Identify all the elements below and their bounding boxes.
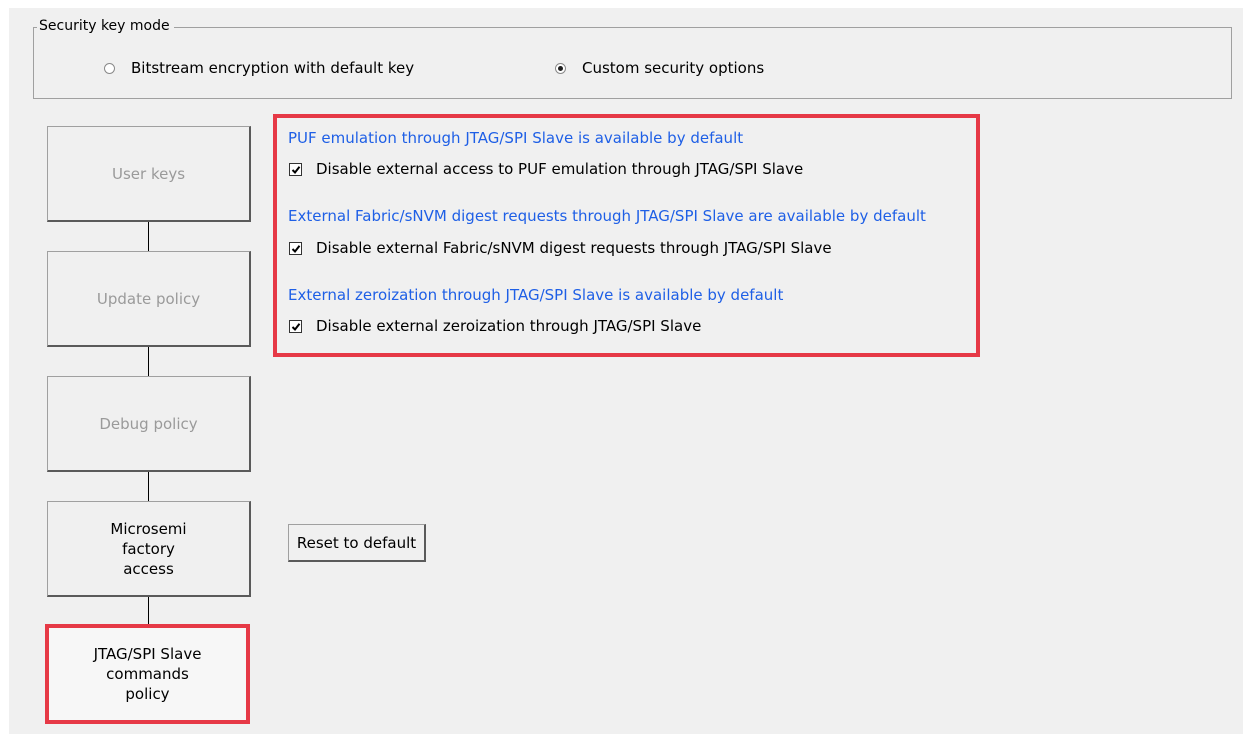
step-label-debug-policy: Debug policy — [99, 414, 198, 433]
step-label-user-keys: User keys — [111, 164, 186, 183]
step-debug-policy[interactable]: Debug policy — [47, 376, 251, 472]
step-connector — [148, 222, 149, 251]
step-user-keys[interactable]: User keys — [47, 126, 251, 222]
step-label-update-policy: Update policy — [96, 289, 201, 308]
radio-checked-icon — [555, 62, 566, 74]
step-label-microsemi-factory-access: Microsemi factory access — [110, 519, 187, 578]
step-connector — [148, 472, 149, 501]
radio-unchecked-icon — [104, 62, 115, 74]
checkbox-disable-external-zeroization[interactable]: Disable external zeroization through JTA… — [289, 317, 701, 335]
checkbox-checked-icon — [289, 319, 302, 333]
reset-to-default-button[interactable]: Reset to default — [288, 524, 426, 562]
checkbox-disable-fabric-snvm-digest[interactable]: Disable external Fabric/sNVM digest requ… — [289, 239, 832, 257]
step-connector — [148, 347, 149, 376]
checkbox-label-disable-puf-emulation: Disable external access to PUF emulation… — [316, 160, 804, 178]
radio-label-bitstream-default-key: Bitstream encryption with default key — [131, 59, 415, 77]
info-puf-emulation: PUF emulation through JTAG/SPI Slave is … — [288, 129, 744, 147]
checkbox-checked-icon — [289, 162, 302, 176]
radio-bitstream-default-key[interactable]: Bitstream encryption with default key — [104, 59, 414, 77]
radio-custom-security-options[interactable]: Custom security options — [555, 59, 764, 77]
step-label-jtag-spi-slave-commands-policy: JTAG/SPI Slave commands policy — [93, 645, 202, 703]
info-fabric-snvm-digest: External Fabric/sNVM digest requests thr… — [288, 207, 926, 225]
step-update-policy[interactable]: Update policy — [47, 251, 251, 347]
checkbox-label-disable-fabric-snvm-digest: Disable external Fabric/sNVM digest requ… — [316, 239, 832, 257]
checkbox-checked-icon — [289, 241, 302, 255]
security-key-mode-title: Security key mode — [37, 17, 174, 35]
radio-label-custom-security-options: Custom security options — [582, 59, 765, 77]
step-microsemi-factory-access[interactable]: Microsemi factory access — [47, 501, 251, 597]
info-external-zeroization: External zeroization through JTAG/SPI Sl… — [288, 286, 784, 304]
step-connector — [148, 597, 149, 624]
checkbox-label-disable-external-zeroization: Disable external zeroization through JTA… — [316, 317, 702, 335]
checkbox-disable-puf-emulation[interactable]: Disable external access to PUF emulation… — [289, 160, 803, 178]
step-jtag-spi-slave-commands-policy[interactable]: JTAG/SPI Slave commands policy — [45, 624, 250, 724]
